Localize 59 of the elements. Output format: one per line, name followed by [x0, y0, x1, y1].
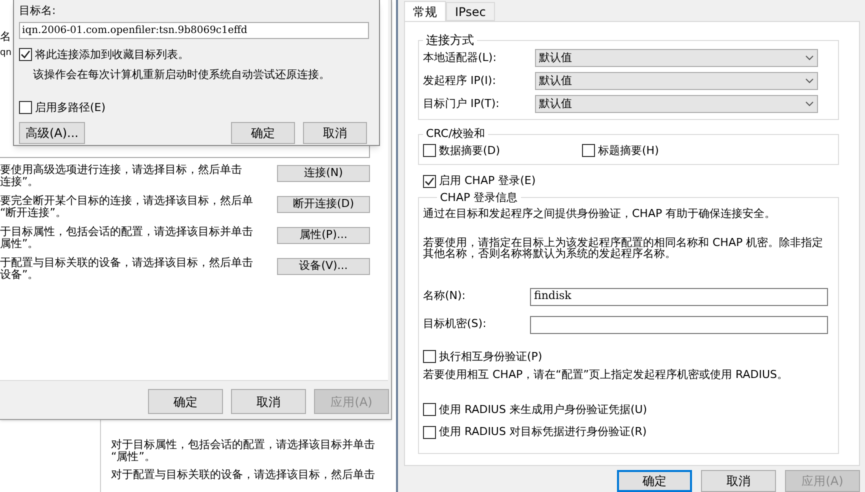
group-title: CRC/校验和: [425, 126, 486, 142]
checkbox[interactable]: 执行相互身份验证(P): [423, 348, 828, 365]
field-label: 名称(N):: [423, 288, 467, 304]
note-text: 该操作会在每次计算机重新启动时使系统自动尝试还原连接。: [33, 67, 330, 83]
checkbox[interactable]: 标题摘要(H): [582, 142, 741, 159]
group-title: 连接方式: [425, 32, 475, 49]
target-name-field[interactable]: iqn.2006-01.com.openfiler:tsn.9b8069c1effd: [19, 22, 369, 38]
description-text: 要使用高级选项进行连接，请选择目标，然后单击: [0, 164, 242, 176]
checkbox[interactable]: 使用 RADIUS 来生成用户身份验证凭据(U): [423, 402, 828, 418]
action-button[interactable]: 设备(V)...: [277, 258, 370, 275]
info-text: 若要使用，请指定在目标上为该发起程序配置的相同名称和 CHAP 机密。除非指定: [423, 236, 824, 248]
secret-field[interactable]: [530, 316, 828, 334]
name-field[interactable]: findisk: [530, 288, 828, 306]
dialog-button[interactable]: 取消: [701, 470, 776, 492]
dropdown[interactable]: 默认值: [535, 49, 818, 67]
info-text: 其他名称，否则名称将默认为系统的发起程序名称。: [423, 248, 676, 258]
field-label: 目标机密(S):: [423, 316, 488, 332]
group-title: CHAP 登录信息: [439, 190, 519, 206]
description-text: 于目标属性，包括会话的配置，请选择该目标并单击: [0, 226, 253, 238]
field-label: 目标名:: [19, 3, 56, 19]
dialog-button[interactable]: 确定: [148, 389, 223, 414]
info-text: 若要使用相互 CHAP，请在“配置”页上指定发起程序机密或使用 RADIUS。: [423, 367, 788, 383]
action-button[interactable]: 连接(N): [277, 165, 370, 182]
checkmark-icon: [424, 176, 435, 187]
description-text: “断开连接”。: [0, 207, 66, 219]
chevron-down-icon: [805, 101, 814, 107]
chevron-down-icon: [805, 78, 814, 84]
description-text: 于配置与目标关联的设备，请选择该目标，然后单击: [0, 257, 253, 269]
action-button[interactable]: 断开连接(D): [277, 196, 370, 213]
description-text: 连接”。: [0, 176, 39, 188]
dialog-button[interactable]: 取消: [231, 389, 306, 414]
field-label: 发起程序 IP(I):: [423, 72, 497, 89]
tab[interactable]: IPsec: [446, 2, 495, 21]
list-cell-text: qn: [0, 46, 12, 60]
description-text: 属性”。: [0, 238, 39, 250]
info-text: 通过在目标和发起程序之间提供身份验证，CHAP 有助于确保连接安全。: [423, 206, 776, 222]
field-label: 本地适配器(L):: [423, 50, 498, 66]
dropdown[interactable]: 默认值: [535, 72, 818, 90]
column-header: 名: [0, 29, 11, 45]
dropdown[interactable]: 默认值: [535, 95, 818, 113]
description-text: 要完全断开某个目标的连接，请选择该目标，然后单: [0, 195, 253, 207]
description-text: “属性”。: [111, 451, 156, 463]
description-text: 设备”。: [0, 269, 39, 281]
action-button[interactable]: 属性(P)...: [277, 227, 370, 244]
dialog-button[interactable]: 确定: [231, 122, 295, 144]
tab[interactable]: 常规: [404, 1, 446, 22]
checkbox[interactable]: 将此连接添加到收藏目标列表。: [19, 46, 369, 63]
field-label: 目标门户 IP(T):: [423, 96, 500, 112]
checkbox[interactable]: 启用 CHAP 登录(E): [423, 173, 839, 190]
checkbox[interactable]: 启用多路径(E): [19, 100, 369, 116]
dialog-button[interactable]: 取消: [303, 122, 367, 144]
checkmark-icon: [20, 49, 31, 60]
chevron-down-icon: [805, 55, 814, 61]
description-text: 对于目标属性，包括会话的配置，请选择该目标并单击: [111, 439, 375, 451]
dialog-button[interactable]: 高级(A)...: [19, 122, 85, 144]
checkbox[interactable]: 数据摘要(D): [423, 142, 582, 159]
dialog-button[interactable]: 确定: [617, 470, 692, 492]
description-text: 对于配置与目标关联的设备，请选择该目标，然后单击: [111, 469, 375, 481]
checkbox[interactable]: 使用 RADIUS 对目标凭据进行身份验证(R): [423, 424, 828, 440]
